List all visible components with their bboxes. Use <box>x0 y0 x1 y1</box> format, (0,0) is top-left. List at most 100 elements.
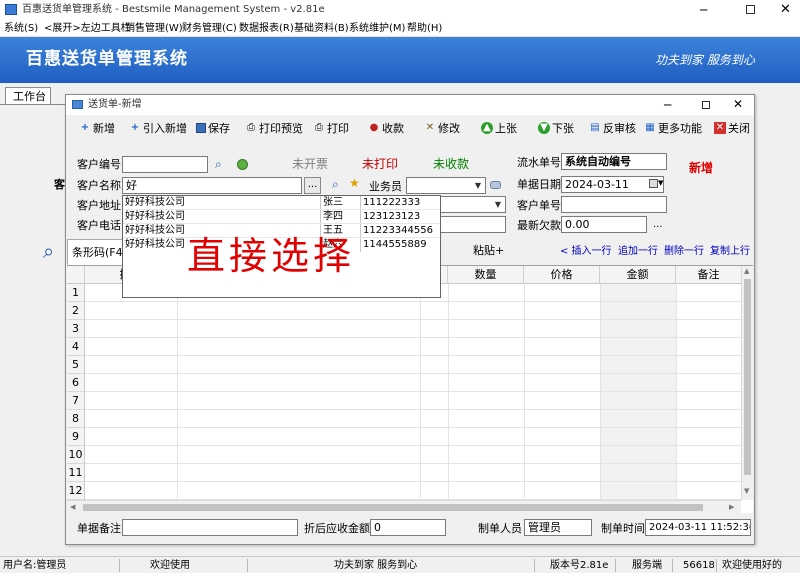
unapprove-button[interactable]: ▤ 反审核 <box>589 118 636 138</box>
row-number[interactable]: 4 <box>67 338 85 356</box>
row-number[interactable]: 6 <box>67 374 85 392</box>
save-button[interactable]: 保存 <box>196 118 230 138</box>
toolbar: + 新增 + 引入新增 保存 ⎙ 打印预览 ⎙ 打印 ● 收款 ✕ 修改 ▲ 上张 ▼ 下张 ▤… <box>66 115 754 141</box>
menu-item-sales[interactable]: 销售管理(W) <box>125 24 183 34</box>
menu-item-finance[interactable]: 财务管理(C) <box>182 24 237 34</box>
column-header-amount[interactable]: 金额 <box>600 266 676 284</box>
column-header-quantity[interactable]: 数量 <box>448 266 524 284</box>
more-functions-button[interactable]: ▦ 更多功能 <box>644 118 702 138</box>
receive-payment-button[interactable]: ● 收款 <box>368 118 404 138</box>
menu-item-basic-data[interactable]: 基础资料(B) <box>294 24 349 34</box>
maximize-icon[interactable] <box>746 5 755 14</box>
print-button[interactable]: ⎙ 打印 <box>313 118 349 138</box>
child-minimize-icon[interactable]: ─ <box>664 99 671 111</box>
row-number[interactable]: 3 <box>67 320 85 338</box>
previous-button[interactable]: ▲ 上张 <box>481 118 517 138</box>
status-number: 56618 <box>683 560 715 571</box>
minimize-icon[interactable]: ─ <box>700 4 707 16</box>
serial-number-field: 系统自动编号 <box>561 153 667 170</box>
dropdown-option[interactable]: 好好科技公司 张三 111222333 <box>123 196 440 210</box>
select-hint-annotation: 直接选择 <box>187 234 356 278</box>
close-button[interactable]: ✕ 关闭 <box>714 118 750 138</box>
customer-order-label: 客户单号 <box>517 199 561 212</box>
row-number[interactable]: 2 <box>67 302 85 320</box>
menu-item-reports[interactable]: 数据报表(R) <box>239 24 294 34</box>
next-button[interactable]: ▼ 下张 <box>538 118 574 138</box>
latest-debt-more-button[interactable]: ... <box>653 220 663 230</box>
customer-code-input[interactable] <box>122 156 208 173</box>
vertical-scrollbar[interactable]: ▲ ▼ <box>741 266 753 500</box>
scroll-thumb[interactable] <box>744 279 751 475</box>
main-title-bar[interactable]: 百惠送货单管理系统 - Bestsmile Management System … <box>0 0 800 20</box>
menu-item-system[interactable]: 系统(S) <box>4 24 38 34</box>
column-header-price[interactable]: 价格 <box>524 266 600 284</box>
row-number[interactable]: 8 <box>67 410 85 428</box>
grid-row-line <box>85 499 741 500</box>
customer-order-input[interactable] <box>561 196 667 213</box>
chevron-down-icon[interactable]: ▼ <box>658 180 663 187</box>
customer-name-input[interactable]: 好 <box>122 177 302 194</box>
import-new-button[interactable]: + 引入新增 <box>129 118 187 138</box>
workspace-tab[interactable]: 工作台 <box>5 87 51 105</box>
copy-row-button[interactable]: 复制上行 <box>710 245 750 259</box>
calendar-icon[interactable] <box>649 179 658 188</box>
menu-item-maintenance[interactable]: 系统维护(M) <box>349 24 405 34</box>
grid-row-line <box>85 337 741 338</box>
print-preview-button[interactable]: ⎙ 打印预览 <box>245 118 303 138</box>
search-icon[interactable]: ⌕ <box>332 178 339 190</box>
customer-autocomplete-dropdown[interactable]: 好好科技公司 张三 111222333 好好科技公司 李四 123123123 好好科技公司… <box>122 195 441 298</box>
salesman-select[interactable]: ▼ <box>406 177 486 194</box>
row-number[interactable]: 5 <box>67 356 85 374</box>
child-title: 送货单-新增 <box>88 99 142 110</box>
barcode-tab[interactable]: 条形码(F4) <box>67 239 127 265</box>
created-time-field: 2024-03-11 11:52:36 <box>645 519 751 536</box>
status-message: 欢迎使用好的 <box>722 560 782 571</box>
edit-button[interactable]: ✕ 修改 <box>424 118 460 138</box>
status-not-received: 未收款 <box>433 157 470 171</box>
scroll-thumb[interactable] <box>83 504 703 511</box>
child-title-bar[interactable]: 送货单-新增 ─ ✕ <box>66 95 754 115</box>
search-icon[interactable]: ⌕ <box>43 241 54 261</box>
row-number[interactable]: 1 <box>67 284 85 302</box>
menu-bar: 系统(S) <展开>左边工具栏 销售管理(W) 财务管理(C) 数据报表(R) … <box>0 20 800 37</box>
delete-row-button[interactable]: 删除一行 <box>664 245 704 259</box>
printer-icon: ⎙ <box>247 122 255 133</box>
created-time-label: 制单时间 <box>601 522 645 535</box>
eraser-icon[interactable] <box>490 181 501 189</box>
paste-button[interactable]: 粘贴+ <box>473 244 504 258</box>
new-button[interactable]: + 新增 <box>79 118 115 138</box>
search-icon[interactable]: ⌕ <box>215 158 222 170</box>
customer-code-label: 客户编号 <box>77 158 121 171</box>
menu-item-help[interactable]: 帮助(H) <box>407 24 442 34</box>
menu-item-toggle-toolbar[interactable]: <展开>左边工具栏 <box>44 24 131 34</box>
child-maximize-icon[interactable] <box>702 101 710 109</box>
row-number[interactable]: 9 <box>67 428 85 446</box>
status-version: 版本号2.81e <box>550 560 609 571</box>
items-grid[interactable]: 拼音 位 数量 价格 金额 备注 123456789101112 ▲ ▼ ◀ ▶ <box>67 265 753 514</box>
row-number[interactable]: 12 <box>67 482 85 500</box>
customer-phone-input[interactable] <box>438 216 506 233</box>
dropdown-option[interactable]: 好好科技公司 李四 123123123 <box>123 210 440 224</box>
scroll-up-icon[interactable]: ▲ <box>744 268 749 275</box>
scroll-down-icon[interactable]: ▼ <box>744 488 749 495</box>
customer-browse-button[interactable]: ... <box>304 177 321 194</box>
star-icon[interactable]: ★ <box>349 177 360 189</box>
insert-row-button[interactable]: < 插入一行 <box>560 245 612 259</box>
grid-row-line <box>85 463 741 464</box>
column-header-remark[interactable]: 备注 <box>676 266 741 284</box>
close-icon[interactable]: ✕ <box>780 3 791 16</box>
arrow-down-icon: ▼ <box>538 122 550 134</box>
refresh-icon[interactable] <box>237 159 248 170</box>
discount-amount-field[interactable]: 0 <box>370 519 446 536</box>
row-number[interactable]: 7 <box>67 392 85 410</box>
horizontal-scrollbar[interactable]: ◀ ▶ <box>67 500 741 514</box>
child-close-icon[interactable]: ✕ <box>733 98 743 110</box>
remark-input[interactable] <box>122 519 298 536</box>
customer-address-select[interactable]: ▼ <box>438 196 506 213</box>
scroll-left-icon[interactable]: ◀ <box>70 504 75 511</box>
append-row-button[interactable]: 追加一行 <box>618 245 658 259</box>
row-number[interactable]: 11 <box>67 464 85 482</box>
chevron-down-icon: ▼ <box>474 181 482 190</box>
scroll-right-icon[interactable]: ▶ <box>729 504 734 511</box>
row-number[interactable]: 10 <box>67 446 85 464</box>
